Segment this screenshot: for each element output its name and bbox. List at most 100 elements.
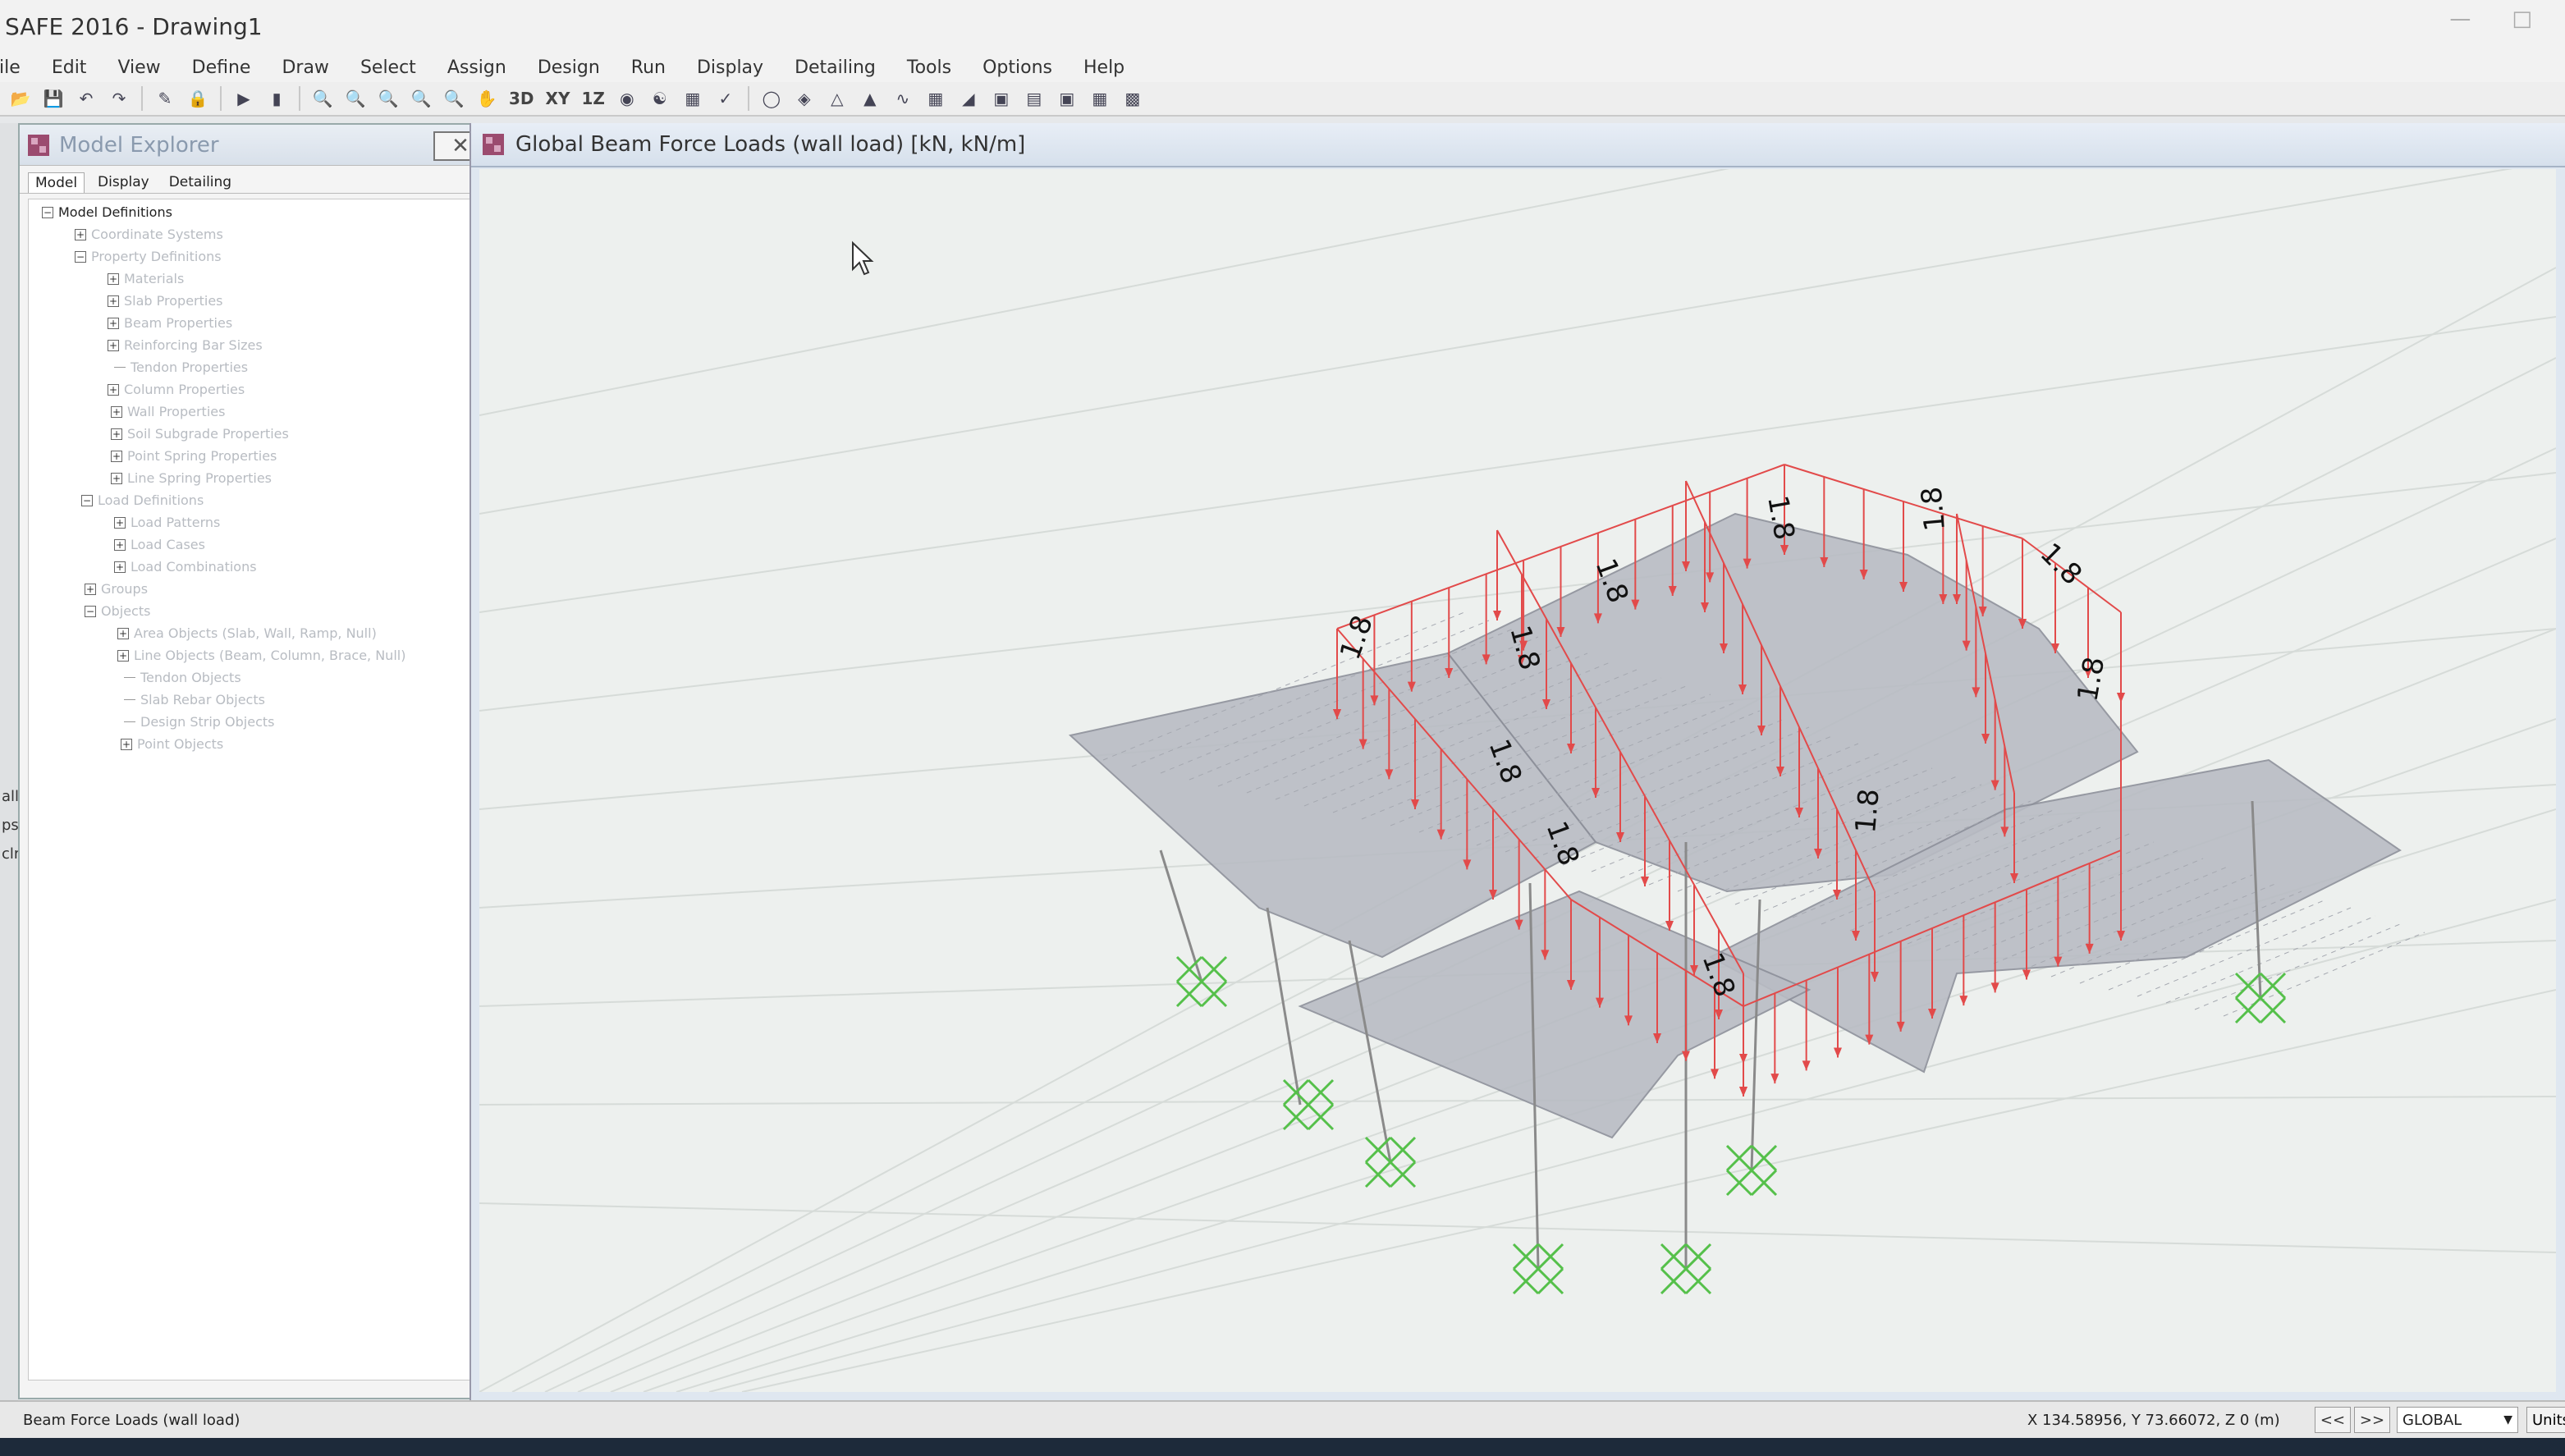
model-tree: − Model Definitions + Coordinate Systems −… xyxy=(28,199,479,1380)
tables-icon[interactable]: ▩ xyxy=(1119,85,1147,112)
menu-options[interactable]: Options xyxy=(981,54,1054,81)
rotate-view-icon[interactable]: ◉ xyxy=(613,85,641,112)
units-button[interactable]: Units xyxy=(2526,1407,2565,1433)
fixed-support-icon xyxy=(1364,1136,1417,1188)
triangle-icon[interactable]: △ xyxy=(823,85,851,112)
run-icon[interactable]: ▶ xyxy=(230,85,258,112)
slab-forces-icon[interactable]: ▣ xyxy=(987,85,1015,112)
menu-help[interactable]: Help xyxy=(1082,54,1126,81)
toolbar-separator xyxy=(299,86,300,111)
perspective-icon[interactable]: ☯ xyxy=(646,85,674,112)
left-strip-clr[interactable]: clr xyxy=(0,845,20,863)
tree-node-line-objects[interactable]: + Line Objects (Beam, Column, Brace, Null… xyxy=(117,648,405,663)
menu-draw[interactable]: Draw xyxy=(280,54,330,81)
tree-node-wall-properties[interactable]: + Wall Properties xyxy=(111,404,225,419)
tree-node-reinforcing-bar-sizes[interactable]: + Reinforcing Bar Sizes xyxy=(108,337,263,353)
tree-node-objects[interactable]: − Objects xyxy=(85,603,150,619)
display-table-icon[interactable]: ▦ xyxy=(922,85,950,112)
tree-node-materials[interactable]: + Materials xyxy=(108,271,184,286)
tree-node-property-definitions[interactable]: − Property Definitions xyxy=(75,249,222,264)
coordinate-system-select[interactable]: GLOBAL ▼ xyxy=(2397,1407,2518,1433)
save-icon[interactable]: 💾 xyxy=(39,85,67,112)
zoom-in-icon[interactable]: 🔍 xyxy=(407,85,435,112)
support-icon[interactable]: ▲ xyxy=(856,85,884,112)
tab-detailing[interactable]: Detailing xyxy=(162,172,239,193)
load-arrowhead xyxy=(1682,1051,1690,1061)
tree-node-coordinate-systems[interactable]: + Coordinate Systems xyxy=(75,227,223,242)
fill-icon[interactable]: ◈ xyxy=(790,85,818,112)
lock-icon[interactable]: 🔒 xyxy=(184,85,212,112)
load-value-label: 1.8 xyxy=(2071,654,2111,703)
strip-forces-icon[interactable]: ▤ xyxy=(1020,85,1048,112)
menu-tools[interactable]: Tools xyxy=(905,54,953,81)
zoom-window-icon[interactable]: 🔍 xyxy=(309,85,337,112)
view-xy-button[interactable]: XY xyxy=(543,85,574,112)
tree-node-design-strip-objects[interactable]: Design Strip Objects xyxy=(124,714,274,730)
pan-hand-icon[interactable]: ✋ xyxy=(473,85,501,112)
minimize-icon[interactable]: — xyxy=(2449,7,2471,31)
slab-areas xyxy=(1068,512,2425,1139)
tree-node-load-cases[interactable]: + Load Cases xyxy=(114,537,205,552)
model-explorer-title: Model Explorer xyxy=(59,132,219,158)
deformed-shape-icon[interactable]: ∿ xyxy=(889,85,917,112)
tree-node-tendon-properties[interactable]: Tendon Properties xyxy=(114,359,248,375)
redo-icon[interactable]: ↷ xyxy=(105,85,133,112)
tree-node-point-objects[interactable]: + Point Objects xyxy=(121,736,223,752)
zoom-out-icon[interactable]: 🔍 xyxy=(440,85,468,112)
view-1z-button[interactable]: 1Z xyxy=(578,85,607,112)
view-3d-button[interactable]: 3D xyxy=(506,85,538,112)
grid-icon[interactable]: ▦ xyxy=(1086,85,1114,112)
zoom-restore-icon[interactable]: 🔍 xyxy=(341,85,369,112)
open-folder-icon[interactable]: 📂 xyxy=(7,85,34,112)
menu-file[interactable]: File xyxy=(0,54,22,81)
menu-design[interactable]: Design xyxy=(536,54,602,81)
menu-display[interactable]: Display xyxy=(695,54,765,81)
tree-node-load-patterns[interactable]: + Load Patterns xyxy=(114,515,220,530)
tree-node-groups[interactable]: + Groups xyxy=(85,581,148,597)
main-toolbar: 📂 💾 ↶ ↷ ✎ 🔒 ▶ ▮ 🔍 🔍 🔍 🔍 🔍 ✋ 3D XY 1Z ◉ ☯… xyxy=(0,82,2565,117)
load-arrowhead xyxy=(1711,1069,1719,1079)
menu-detailing[interactable]: Detailing xyxy=(793,54,877,81)
safe-app-window: SAFE 2016 - Drawing1 — □ File Edit View … xyxy=(0,0,2565,1456)
tree-node-soil-subgrade-properties[interactable]: + Soil Subgrade Properties xyxy=(111,426,289,442)
status-bar: Beam Force Loads (wall load) X 134.58956… xyxy=(0,1400,2565,1438)
model-canvas[interactable]: 1.8 1.8 1.8 1.8 1.8 1.8 1.8 1.8 1.8 1.8 1.8 xyxy=(479,169,2556,1392)
zoom-all-icon[interactable]: 🔍 xyxy=(374,85,402,112)
tree-node-tendon-objects[interactable]: Tendon Objects xyxy=(124,670,241,685)
select-objects-icon[interactable]: ▦ xyxy=(679,85,707,112)
next-button[interactable]: >> xyxy=(2354,1407,2390,1433)
tab-display[interactable]: Display xyxy=(91,172,156,193)
check-icon[interactable]: ✓ xyxy=(712,85,740,112)
shear-icon[interactable]: ◢ xyxy=(955,85,982,112)
left-strip-ps[interactable]: ps xyxy=(0,817,19,834)
tree-node-beam-properties[interactable]: + Beam Properties xyxy=(108,315,232,331)
tree-node-slab-rebar-objects[interactable]: Slab Rebar Objects xyxy=(124,692,265,707)
tree-node-point-spring-properties[interactable]: + Point Spring Properties xyxy=(111,448,277,464)
tab-model[interactable]: Model xyxy=(28,172,85,193)
menu-select[interactable]: Select xyxy=(359,54,418,81)
mouse-cursor-icon xyxy=(852,240,874,276)
previous-button[interactable]: << xyxy=(2315,1407,2351,1433)
tree-node-slab-properties[interactable]: + Slab Properties xyxy=(108,293,223,309)
undo-icon[interactable]: ↶ xyxy=(72,85,100,112)
circle-icon[interactable]: ◯ xyxy=(758,85,786,112)
tree-node-load-combinations[interactable]: + Load Combinations xyxy=(114,559,257,575)
left-tool-strip: all ps clr xyxy=(0,123,20,1403)
maximize-icon[interactable]: □ xyxy=(2512,7,2532,31)
menu-view[interactable]: View xyxy=(116,54,162,81)
menu-edit[interactable]: Edit xyxy=(50,54,89,81)
tree-node-line-spring-properties[interactable]: + Line Spring Properties xyxy=(111,470,272,486)
3d-model-viewport[interactable]: 1.8 1.81.81.8 1.81.81.81.81.81.81.8 xyxy=(479,169,2556,1392)
tree-node-area-objects[interactable]: + Area Objects (Slab, Wall, Ramp, Null) xyxy=(117,625,377,641)
menu-run[interactable]: Run xyxy=(630,54,667,81)
run-stop-icon[interactable]: ▮ xyxy=(263,85,291,112)
menu-define[interactable]: Define xyxy=(190,54,253,81)
left-strip-all[interactable]: all xyxy=(0,788,19,805)
menu-assign[interactable]: Assign xyxy=(446,54,508,81)
model-explorer-icon xyxy=(28,134,49,156)
tree-node-load-definitions[interactable]: − Load Definitions xyxy=(81,492,204,508)
tree-node-column-properties[interactable]: + Column Properties xyxy=(108,382,245,397)
tree-node-model-definitions[interactable]: − Model Definitions xyxy=(42,204,172,220)
pencil-icon[interactable]: ✎ xyxy=(151,85,179,112)
punching-shear-icon[interactable]: ▣ xyxy=(1053,85,1081,112)
